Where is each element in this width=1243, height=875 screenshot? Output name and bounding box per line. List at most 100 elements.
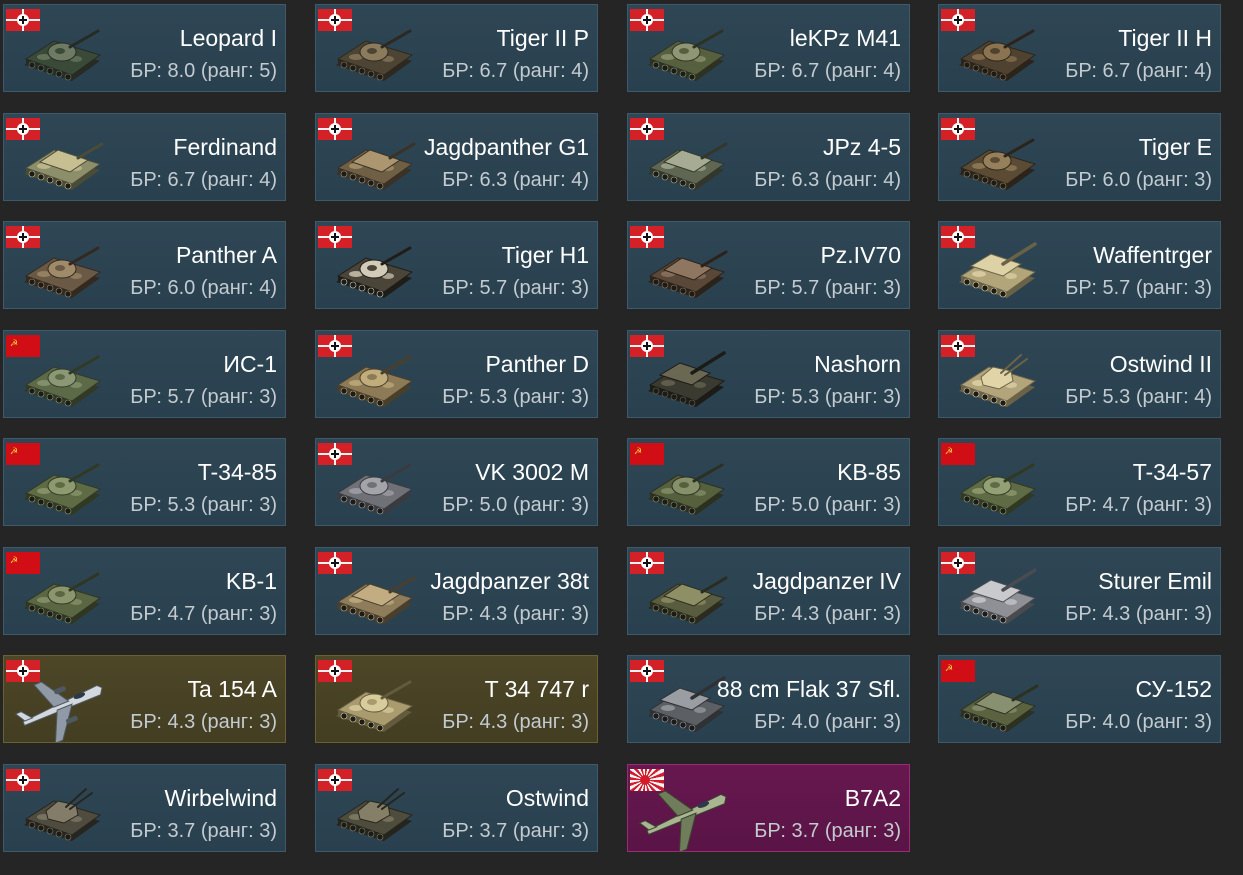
- vehicle-card-26[interactable]: 88 cm Flak 37 Sfl. БР: 4.0 (ранг: 3): [627, 655, 910, 743]
- tank-icon: [959, 242, 1037, 298]
- battle-rating: БР: 4.3 (ранг: 3): [130, 711, 277, 733]
- vehicle-name: Jagdpanzer 38t: [430, 568, 589, 594]
- battle-rating: БР: 5.0 (ранг: 3): [754, 494, 901, 516]
- vehicle-name: Ferdinand: [173, 134, 277, 160]
- vehicle-card-28[interactable]: Wirbelwind БР: 3.7 (ранг: 3): [3, 764, 286, 852]
- battle-rating: БР: 3.7 (ранг: 3): [754, 820, 901, 842]
- vehicle-name: Tiger II P: [496, 25, 589, 51]
- vehicle-name: Ostwind II: [1109, 351, 1212, 377]
- vehicle-name: KB-1: [225, 568, 277, 594]
- vehicle-card-22[interactable]: Jagdpanzer IV БР: 4.3 (ранг: 3): [627, 547, 910, 635]
- vehicle-card-17[interactable]: VK 3002 M БР: 5.0 (ранг: 3): [315, 438, 598, 526]
- tank-icon: [24, 463, 102, 515]
- vehicle-card-24[interactable]: Ta 154 A БР: 4.3 (ранг: 3): [3, 655, 286, 743]
- vehicle-card-1[interactable]: Tiger II P БР: 6.7 (ранг: 4): [315, 4, 598, 92]
- vehicle-card-21[interactable]: Jagdpanzer 38t БР: 4.3 (ранг: 3): [315, 547, 598, 635]
- vehicle-card-16[interactable]: ☭ T-34-85 БР: 5.3 (ранг: 3): [3, 438, 286, 526]
- tank-icon: [336, 788, 414, 841]
- vehicle-name: Pz.IV70: [820, 242, 901, 268]
- vehicle-card-18[interactable]: ☭ KB-85 БР: 5.0 (ранг: 3): [627, 438, 910, 526]
- battle-rating: БР: 4.7 (ранг: 3): [1065, 494, 1212, 516]
- battle-rating: БР: 8.0 (ранг: 5): [130, 60, 277, 82]
- vehicle-card-20[interactable]: ☭ KB-1 БР: 4.7 (ранг: 3): [3, 547, 286, 635]
- vehicle-name: Sturer Emil: [1098, 568, 1212, 594]
- vehicle-card-25[interactable]: T 34 747 r БР: 4.3 (ранг: 3): [315, 655, 598, 743]
- vehicle-card-7[interactable]: Tiger E БР: 6.0 (ранг: 3): [938, 113, 1221, 201]
- tank-icon: [959, 354, 1037, 407]
- tank-icon: [336, 29, 414, 81]
- vehicle-name: Jagdpanzer IV: [752, 568, 901, 594]
- vehicle-card-4[interactable]: Ferdinand БР: 6.7 (ранг: 4): [3, 113, 286, 201]
- battle-rating: БР: 4.3 (ранг: 3): [442, 603, 589, 625]
- battle-rating: БР: 5.0 (ранг: 3): [442, 494, 589, 516]
- tank-icon: [336, 680, 414, 732]
- vehicle-card-13[interactable]: Panther D БР: 5.3 (ранг: 3): [315, 330, 598, 418]
- vehicle-card-10[interactable]: Pz.IV70 БР: 5.7 (ранг: 3): [627, 221, 910, 309]
- battle-rating: БР: 5.3 (ранг: 3): [442, 386, 589, 408]
- vehicle-name: Tiger E: [1138, 134, 1212, 160]
- vehicle-card-23[interactable]: Sturer Emil БР: 4.3 (ранг: 3): [938, 547, 1221, 635]
- vehicle-name: T 34 747 r: [484, 676, 589, 702]
- vehicle-card-8[interactable]: Panther A БР: 6.0 (ранг: 4): [3, 221, 286, 309]
- tank-icon: [648, 463, 726, 515]
- vehicle-card-9[interactable]: Tiger H1 БР: 5.7 (ранг: 3): [315, 221, 598, 309]
- vehicle-name: KB-85: [837, 459, 901, 485]
- tank-icon: [24, 572, 102, 624]
- vehicle-card-29[interactable]: Ostwind БР: 3.7 (ранг: 3): [315, 764, 598, 852]
- tank-icon: [24, 355, 102, 407]
- vehicle-name: Tiger II H: [1118, 25, 1212, 51]
- tank-icon: [336, 355, 414, 407]
- tank-icon: [648, 351, 726, 407]
- vehicle-card-3[interactable]: Tiger II H БР: 6.7 (ранг: 4): [938, 4, 1221, 92]
- tank-icon: [959, 463, 1037, 515]
- tank-icon: [336, 576, 416, 624]
- tank-icon: [959, 568, 1037, 624]
- vehicle-grid: Leopard I БР: 8.0 (ранг: 5) Tiger II P Б…: [0, 0, 1243, 875]
- vehicle-card-30[interactable]: B7A2 БР: 3.7 (ранг: 3): [627, 764, 910, 852]
- vehicle-card-0[interactable]: Leopard I БР: 8.0 (ранг: 5): [3, 4, 286, 92]
- vehicle-name: Ta 154 A: [187, 676, 277, 702]
- vehicle-name: 88 cm Flak 37 Sfl.: [716, 676, 901, 702]
- vehicle-name: Jagdpanther G1: [424, 134, 589, 160]
- battle-rating: БР: 4.7 (ранг: 3): [130, 603, 277, 625]
- vehicle-card-27[interactable]: ☭ СУ-152 БР: 4.0 (ранг: 3): [938, 655, 1221, 743]
- vehicle-name: T-34-85: [197, 459, 277, 485]
- battle-rating: БР: 6.3 (ранг: 4): [442, 169, 589, 191]
- tank-icon: [959, 138, 1037, 190]
- battle-rating: БР: 6.7 (ранг: 4): [442, 60, 589, 82]
- vehicle-card-14[interactable]: Nashorn БР: 5.3 (ранг: 3): [627, 330, 910, 418]
- tank-icon: [336, 463, 414, 515]
- tank-icon: [648, 29, 726, 81]
- vehicle-name: JPz 4-5: [823, 134, 901, 160]
- battle-rating: БР: 6.7 (ранг: 4): [130, 169, 277, 191]
- vehicle-card-5[interactable]: Jagdpanther G1 БР: 6.3 (ранг: 4): [315, 113, 598, 201]
- battle-rating: БР: 6.7 (ранг: 4): [754, 60, 901, 82]
- tank-icon: [648, 576, 728, 624]
- battle-rating: БР: 5.3 (ранг: 3): [754, 386, 901, 408]
- aircraft-icon: [638, 790, 727, 851]
- tank-icon: [336, 246, 414, 298]
- vehicle-card-12[interactable]: ☭ ИС-1 БР: 5.7 (ранг: 3): [3, 330, 286, 418]
- tank-icon: [24, 29, 102, 81]
- tank-icon: [336, 142, 416, 190]
- battle-rating: БР: 5.7 (ранг: 3): [1065, 277, 1212, 299]
- battle-rating: БР: 6.0 (ранг: 4): [130, 277, 277, 299]
- vehicle-name: Waffentrger: [1093, 242, 1212, 268]
- vehicle-card-15[interactable]: Ostwind II БР: 5.3 (ранг: 4): [938, 330, 1221, 418]
- vehicle-card-2[interactable]: leKPz M41 БР: 6.7 (ранг: 4): [627, 4, 910, 92]
- tank-icon: [24, 788, 102, 841]
- vehicle-card-11[interactable]: Waffentrger БР: 5.7 (ранг: 3): [938, 221, 1221, 309]
- vehicle-card-19[interactable]: ☭ T-34-57 БР: 4.7 (ранг: 3): [938, 438, 1221, 526]
- battle-rating: БР: 4.0 (ранг: 3): [1065, 711, 1212, 733]
- tank-icon: [24, 142, 104, 190]
- battle-rating: БР: 4.3 (ранг: 3): [442, 711, 589, 733]
- battle-rating: БР: 5.7 (ранг: 3): [442, 277, 589, 299]
- vehicle-name: B7A2: [844, 785, 901, 811]
- tank-icon: [648, 250, 728, 298]
- vehicle-card-6[interactable]: JPz 4-5 БР: 6.3 (ранг: 4): [627, 113, 910, 201]
- vehicle-name: Ostwind: [505, 785, 589, 811]
- tank-icon: [24, 246, 102, 298]
- battle-rating: БР: 3.7 (ранг: 3): [130, 820, 277, 842]
- tank-icon: [648, 142, 728, 190]
- tank-icon: [959, 684, 1039, 732]
